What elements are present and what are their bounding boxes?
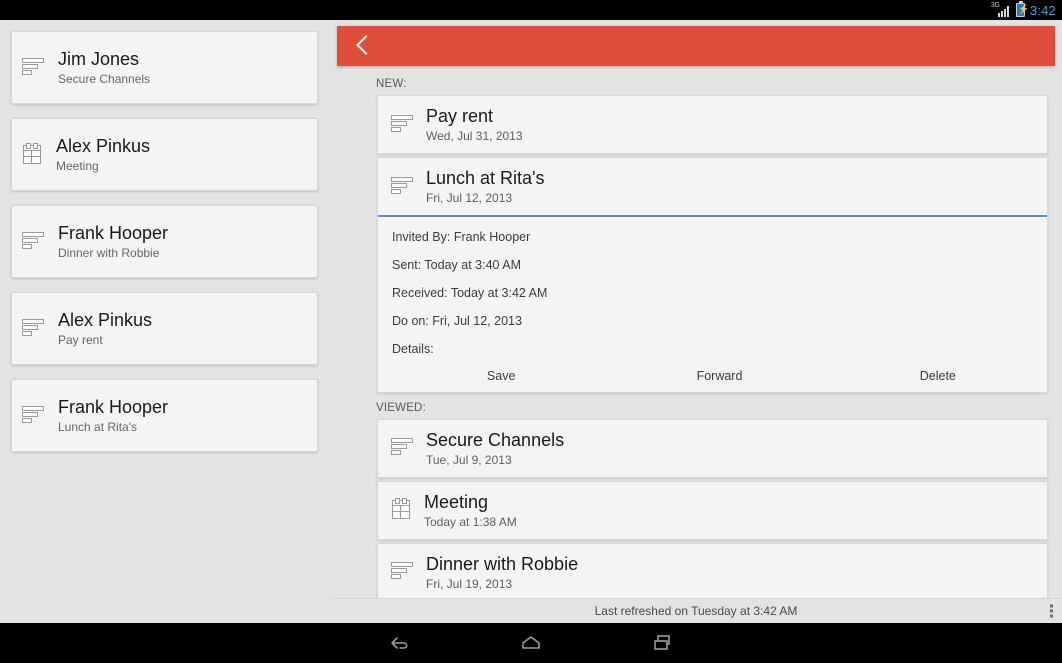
sidebar-item-subject: Dinner with Robbie: [58, 246, 160, 260]
note-icon: [391, 438, 413, 458]
signal-bars-icon: 3G: [991, 2, 1011, 17]
sidebar-item-name: Alex Pinkus: [56, 136, 151, 156]
detail-details: Details:: [392, 341, 434, 356]
message-text: Pay rent Wed, Jul 31, 2013: [426, 105, 523, 144]
overflow-menu-icon[interactable]: [1050, 604, 1054, 618]
message-date: Wed, Jul 31, 2013: [426, 129, 523, 143]
note-icon: [22, 57, 44, 78]
note-icon: [391, 176, 413, 197]
save-button[interactable]: Save: [392, 369, 610, 383]
message-title: Lunch at Rita's: [426, 168, 545, 188]
message-card-meeting[interactable]: Meeting Today at 1:38 AM: [377, 480, 1048, 540]
detail-do-on: Do on: Fri, Jul 12, 2013: [392, 313, 522, 328]
sidebar-item-name: Jim Jones: [58, 49, 140, 69]
note-icon: [391, 562, 413, 582]
message-card-dinner-with-robbie[interactable]: Dinner with Robbie Fri, Jul 19, 2013: [377, 542, 1048, 602]
sidebar-item-alex-pinkus-pay-rent[interactable]: Alex Pinkus Pay rent: [11, 292, 318, 365]
sidebar-item-subject: Secure Channels: [58, 72, 151, 86]
note-icon: [22, 231, 44, 252]
message-text: Dinner with Robbie Fri, Jul 19, 2013: [426, 553, 578, 592]
note-icon: [22, 318, 44, 339]
app-bar: [337, 26, 1055, 66]
message-text: Lunch at Rita's Fri, Jul 12, 2013: [426, 167, 545, 206]
home-icon[interactable]: [501, 628, 561, 658]
sidebar-item-text: Frank Hooper Lunch at Rita's: [58, 396, 168, 435]
message-title: Secure Channels: [426, 429, 565, 450]
detail-pane: NEW: Pay rent Wed, Jul 31, 2013 Lunch at…: [330, 20, 1062, 623]
message-date: Fri, Jul 19, 2013: [426, 576, 513, 591]
sidebar-item-subject: Lunch at Rita's: [58, 420, 138, 434]
chevron-left-icon[interactable]: [355, 34, 370, 58]
section-header-new: NEW:: [376, 78, 407, 90]
message-title: Meeting: [424, 491, 489, 512]
android-status-bar: 3G ⚡ 3:42: [0, 0, 1062, 20]
sidebar-item-frank-hooper-lunch[interactable]: Frank Hooper Lunch at Rita's: [11, 379, 318, 452]
recent-apps-icon[interactable]: [633, 628, 693, 658]
message-date: Today at 1:38 AM: [424, 514, 517, 529]
message-date: Fri, Jul 12, 2013: [426, 191, 513, 205]
android-nav-bar: [0, 623, 1062, 663]
note-icon: [22, 405, 44, 426]
message-row[interactable]: Meeting Today at 1:38 AM: [378, 482, 1047, 539]
sidebar-item-subject: Pay rent: [58, 333, 103, 347]
sidebar-list: Jim Jones Secure Channels Alex Pinkus Me…: [0, 20, 330, 623]
calendar-icon: [391, 498, 411, 520]
calendar-icon: [22, 142, 42, 165]
message-list: NEW: Pay rent Wed, Jul 31, 2013 Lunch at…: [330, 72, 1062, 610]
message-row[interactable]: Pay rent Wed, Jul 31, 2013: [378, 96, 1047, 153]
detail-received: Received: Today at 3:42 AM: [392, 285, 548, 300]
sidebar-item-text: Frank Hooper Dinner with Robbie: [58, 222, 168, 261]
sidebar-item-alex-pinkus-meeting[interactable]: Alex Pinkus Meeting: [11, 118, 318, 191]
message-text: Secure Channels Tue, Jul 9, 2013: [426, 429, 564, 468]
detail-action-bar: Save Forward Delete: [392, 369, 1047, 392]
charging-bolt-icon: ⚡: [1018, 4, 1030, 14]
message-text: Meeting Today at 1:38 AM: [424, 491, 517, 530]
status-bar-right: 3G ⚡ 3:42: [991, 1, 1056, 18]
sidebar-item-name: Frank Hooper: [58, 223, 169, 243]
sidebar-item-frank-hooper-dinner[interactable]: Frank Hooper Dinner with Robbie: [11, 205, 318, 278]
sidebar-item-text: Alex Pinkus Meeting: [56, 135, 150, 174]
sidebar-item-jim-jones[interactable]: Jim Jones Secure Channels: [11, 31, 318, 104]
message-detail-panel: Invited By: Frank Hooper Sent: Today at …: [378, 217, 1047, 392]
detail-invited-by: Invited By: Frank Hooper: [392, 229, 531, 244]
app-root: 3G ⚡ 3:42 Jim Jones Secure Channels Alex…: [0, 0, 1062, 663]
message-title: Dinner with Robbie: [426, 553, 579, 574]
sidebar-item-text: Alex Pinkus Pay rent: [58, 309, 152, 348]
sidebar-item-name: Alex Pinkus: [58, 310, 153, 330]
battery-charging-icon: ⚡: [1015, 1, 1030, 17]
message-row[interactable]: Lunch at Rita's Fri, Jul 12, 2013: [378, 158, 1047, 215]
signal-bars: [997, 6, 1009, 17]
delete-button[interactable]: Delete: [829, 369, 1047, 383]
note-icon: [391, 114, 413, 135]
sidebar-item-subject: Meeting: [56, 159, 99, 173]
section-header-viewed: VIEWED:: [376, 401, 426, 414]
sidebar-item-name: Frank Hooper: [58, 397, 169, 417]
message-row[interactable]: Dinner with Robbie Fri, Jul 19, 2013: [378, 544, 1047, 601]
last-refreshed-label: Last refreshed on Tuesday at 3:42 AM: [594, 604, 798, 618]
back-icon[interactable]: [369, 628, 429, 658]
message-card-lunch-at-ritas[interactable]: Lunch at Rita's Fri, Jul 12, 2013 Invite…: [377, 157, 1048, 393]
message-card-secure-channels[interactable]: Secure Channels Tue, Jul 9, 2013: [377, 418, 1048, 478]
content-area: Jim Jones Secure Channels Alex Pinkus Me…: [0, 20, 1062, 623]
forward-button[interactable]: Forward: [610, 369, 828, 383]
status-footer: Last refreshed on Tuesday at 3:42 AM: [330, 598, 1062, 623]
sidebar-item-text: Jim Jones Secure Channels: [58, 48, 150, 87]
message-title: Pay rent: [426, 106, 494, 126]
message-card-pay-rent[interactable]: Pay rent Wed, Jul 31, 2013: [377, 95, 1048, 154]
message-row[interactable]: Secure Channels Tue, Jul 9, 2013: [378, 420, 1047, 477]
message-date: Tue, Jul 9, 2013: [426, 452, 512, 467]
status-bar-clock: 3:42: [1029, 2, 1056, 18]
detail-sent: Sent: Today at 3:40 AM: [392, 257, 522, 272]
